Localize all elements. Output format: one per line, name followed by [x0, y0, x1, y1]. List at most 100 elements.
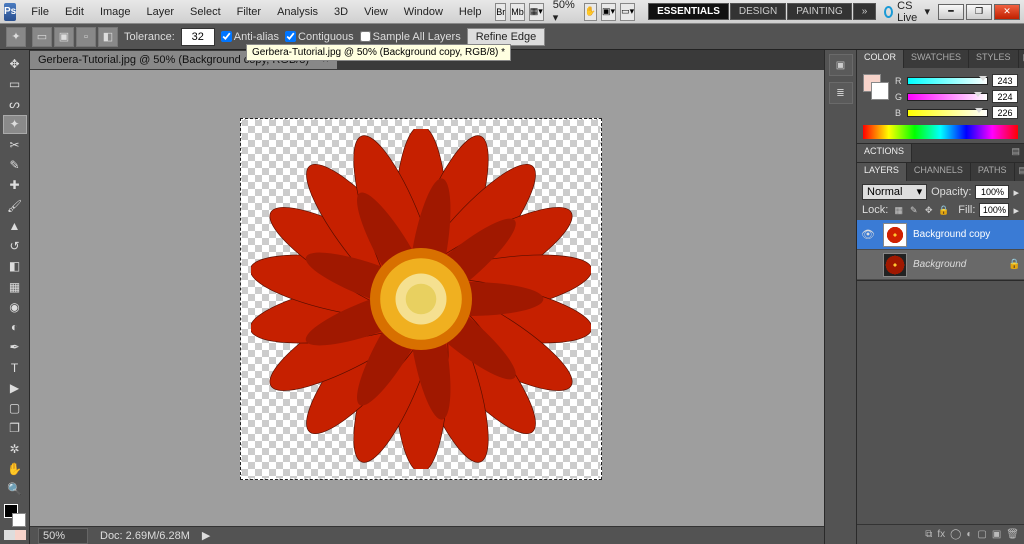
- workspace-design[interactable]: DESIGN: [730, 3, 786, 20]
- tab-channels[interactable]: CHANNELS: [907, 163, 971, 181]
- opacity-input[interactable]: 100%: [975, 185, 1009, 199]
- zoom-dropdown[interactable]: 50% ▾: [553, 0, 575, 24]
- move-tool[interactable]: ✥: [3, 54, 27, 73]
- document-canvas[interactable]: [240, 118, 602, 480]
- intersect-selection-icon[interactable]: ◧: [98, 27, 118, 47]
- menu-3d[interactable]: 3D: [327, 3, 355, 21]
- lock-pixels-icon[interactable]: ✎: [907, 204, 920, 217]
- canvas-area[interactable]: [30, 70, 824, 526]
- panel-menu-icon[interactable]: ▤: [1019, 50, 1024, 68]
- lasso-tool[interactable]: ᔕ: [3, 95, 27, 114]
- zoom-tool[interactable]: 🔍: [3, 480, 27, 499]
- tolerance-input[interactable]: 32: [181, 28, 215, 46]
- arrange-docs-icon[interactable]: ▣▾: [601, 3, 616, 21]
- panel-menu-icon[interactable]: ▤: [1015, 163, 1024, 181]
- group-icon[interactable]: ▢: [977, 529, 986, 540]
- quick-mask-toggle[interactable]: [4, 530, 26, 540]
- layer-name[interactable]: Background copy: [911, 229, 1024, 240]
- menu-select[interactable]: Select: [183, 3, 228, 21]
- new-selection-icon[interactable]: ▭: [32, 27, 52, 47]
- minibridge-panel-icon[interactable]: ▣: [829, 54, 853, 76]
- lock-transparency-icon[interactable]: ▦: [892, 204, 905, 217]
- workspace-more[interactable]: »: [853, 3, 877, 20]
- link-layers-icon[interactable]: ⧉: [925, 529, 932, 540]
- refine-edge-button[interactable]: Refine Edge: [467, 28, 546, 46]
- clone-stamp-tool[interactable]: ▲: [3, 216, 27, 235]
- menu-analysis[interactable]: Analysis: [270, 3, 325, 21]
- layer-row[interactable]: Background 🔒: [857, 250, 1024, 280]
- color-spectrum[interactable]: [863, 125, 1018, 139]
- panel-menu-icon[interactable]: ▤: [1007, 144, 1024, 162]
- history-brush-tool[interactable]: ↺: [3, 236, 27, 255]
- layer-name[interactable]: Background: [911, 259, 1008, 270]
- lock-position-icon[interactable]: ✥: [922, 204, 935, 217]
- close-button[interactable]: ✕: [994, 4, 1020, 20]
- slider-g[interactable]: G 224: [895, 90, 1018, 103]
- sample-all-layers-checkbox[interactable]: Sample All Layers: [360, 31, 461, 43]
- screen-mode-icon[interactable]: ▭▾: [620, 3, 635, 21]
- type-tool[interactable]: T: [3, 358, 27, 377]
- adjustment-layer-icon[interactable]: ◐: [966, 529, 972, 540]
- statusbar-zoom[interactable]: 50%: [38, 528, 88, 544]
- menu-edit[interactable]: Edit: [58, 3, 91, 21]
- layer-thumbnail[interactable]: [883, 223, 907, 247]
- antialias-checkbox[interactable]: Anti-alias: [221, 31, 279, 43]
- minibridge-icon[interactable]: Mb: [510, 3, 525, 21]
- menu-view[interactable]: View: [357, 3, 395, 21]
- subtract-selection-icon[interactable]: ▫: [76, 27, 96, 47]
- tab-paths[interactable]: PATHS: [971, 163, 1015, 181]
- layer-style-icon[interactable]: fx: [937, 529, 945, 540]
- tab-color[interactable]: COLOR: [857, 50, 904, 68]
- shape-tool[interactable]: ▢: [3, 399, 27, 418]
- 3d-tool[interactable]: ❐: [3, 419, 27, 438]
- menu-image[interactable]: Image: [93, 3, 138, 21]
- cslive-button[interactable]: CS Live▾: [884, 0, 930, 24]
- menu-help[interactable]: Help: [452, 3, 489, 21]
- maximize-button[interactable]: ❐: [966, 4, 992, 20]
- color-swatch-pair[interactable]: [863, 74, 889, 100]
- tab-layers[interactable]: LAYERS: [857, 163, 907, 181]
- minimize-button[interactable]: ━: [938, 4, 964, 20]
- slider-b[interactable]: B 226: [895, 106, 1018, 119]
- blur-tool[interactable]: ◉: [3, 297, 27, 316]
- add-selection-icon[interactable]: ▣: [54, 27, 74, 47]
- delete-layer-icon[interactable]: 🗑: [1006, 529, 1019, 540]
- history-panel-icon[interactable]: ≣: [829, 82, 853, 104]
- menu-layer[interactable]: Layer: [140, 3, 182, 21]
- layer-row[interactable]: 👁 Background copy: [857, 220, 1024, 250]
- visibility-icon[interactable]: 👁: [857, 228, 879, 241]
- pen-tool[interactable]: ✒: [3, 338, 27, 357]
- bridge-icon[interactable]: Br: [495, 3, 506, 21]
- crop-tool[interactable]: ✂: [3, 135, 27, 154]
- healing-brush-tool[interactable]: ✚: [3, 176, 27, 195]
- workspace-painting[interactable]: PAINTING: [787, 3, 851, 20]
- path-selection-tool[interactable]: ▶: [3, 378, 27, 397]
- brush-tool[interactable]: 🖌: [3, 196, 27, 215]
- contiguous-checkbox[interactable]: Contiguous: [285, 31, 354, 43]
- menu-window[interactable]: Window: [397, 3, 450, 21]
- tab-styles[interactable]: STYLES: [969, 50, 1019, 68]
- view-extras-icon[interactable]: ▦▾: [529, 3, 544, 21]
- layer-mask-icon[interactable]: ◯: [950, 529, 961, 540]
- menu-file[interactable]: File: [24, 3, 56, 21]
- dodge-tool[interactable]: ◐: [3, 318, 27, 337]
- layer-thumbnail[interactable]: [883, 253, 907, 277]
- tool-preset-icon[interactable]: ✦: [6, 27, 26, 47]
- marquee-tool[interactable]: ▭: [3, 74, 27, 93]
- tab-swatches[interactable]: SWATCHES: [904, 50, 969, 68]
- new-layer-icon[interactable]: ▣: [992, 529, 1001, 540]
- slider-r[interactable]: R 243: [895, 74, 1018, 87]
- gradient-tool[interactable]: ▦: [3, 277, 27, 296]
- hand-icon[interactable]: ✋: [584, 3, 597, 21]
- workspace-essentials[interactable]: ESSENTIALS: [648, 3, 729, 20]
- background-color[interactable]: [12, 513, 26, 527]
- eraser-tool[interactable]: ◧: [3, 257, 27, 276]
- hand-tool[interactable]: ✋: [3, 459, 27, 478]
- tab-actions[interactable]: ACTIONS: [857, 144, 912, 162]
- magic-wand-tool[interactable]: ✦: [3, 115, 27, 134]
- color-swatch[interactable]: [4, 504, 26, 527]
- eyedropper-tool[interactable]: ✎: [3, 155, 27, 174]
- 3d-camera-tool[interactable]: ✲: [3, 439, 27, 458]
- blend-mode-select[interactable]: Normal▾: [862, 184, 927, 200]
- fill-input[interactable]: 100%: [979, 203, 1009, 217]
